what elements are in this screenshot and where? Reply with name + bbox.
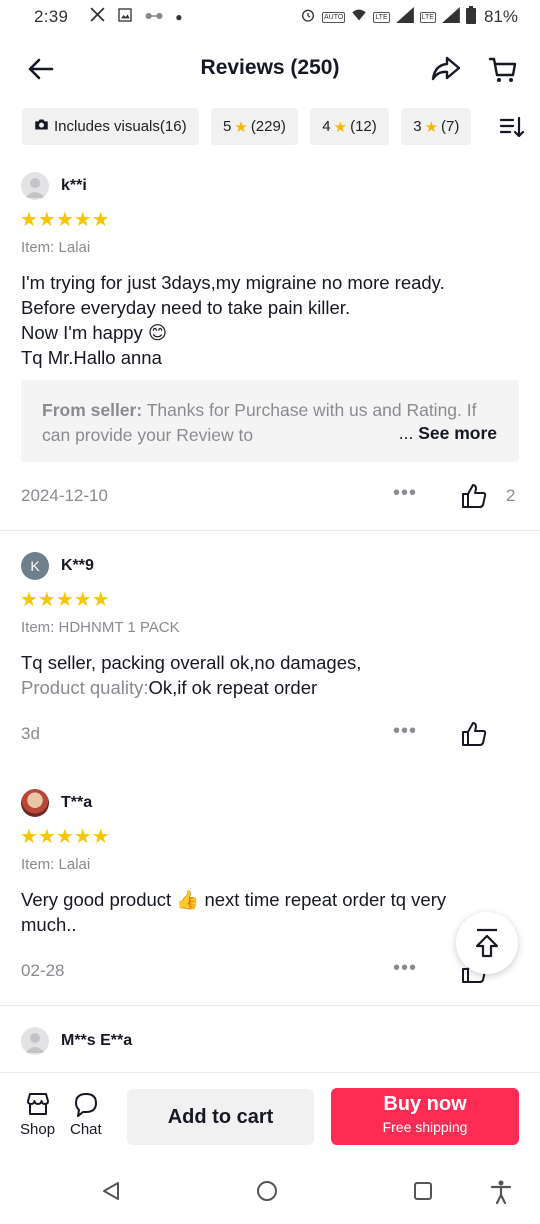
- camera-icon: [34, 118, 49, 135]
- bottom-action-bar: Shop Chat Add to cart Buy now Free shipp…: [0, 1072, 540, 1160]
- review-text: Tq seller, packing overall ok,no damages…: [21, 650, 521, 700]
- buy-now-label: Buy now: [383, 1093, 467, 1115]
- more-options-icon[interactable]: •••: [393, 957, 417, 980]
- avatar: [21, 789, 49, 817]
- filter-chip-num: 4: [322, 118, 331, 135]
- buy-now-button[interactable]: Buy now Free shipping: [331, 1088, 519, 1145]
- shop-label: Shop: [20, 1121, 56, 1138]
- dot-icon: ●: [175, 10, 183, 24]
- back-to-top-button[interactable]: [456, 912, 518, 974]
- filter-chip-num: 3: [413, 118, 422, 135]
- seller-reply[interactable]: From seller: Thanks for Purchase with us…: [21, 380, 519, 462]
- star-icon: ★: [234, 118, 248, 136]
- auto-icon: AUTO: [321, 11, 346, 23]
- star-rating: ★★★★★: [20, 826, 110, 848]
- review-date: 2024-12-10: [21, 486, 108, 505]
- thumbs-up-icon[interactable]: [460, 720, 488, 748]
- divider: [0, 530, 540, 531]
- see-more-link[interactable]: ... See more: [392, 421, 497, 446]
- signal-icon-2: [442, 6, 460, 28]
- cart-icon[interactable]: [487, 53, 519, 85]
- nav-back-icon[interactable]: [100, 1180, 122, 1207]
- filter-chip-num: 5: [223, 118, 232, 135]
- accessibility-icon[interactable]: [490, 1180, 512, 1209]
- filter-chips: Includes visuals(16) 5 ★ (229) 4 ★ (12) …: [22, 108, 492, 146]
- review-text-line: Before everyday need to take pain killer…: [21, 297, 351, 318]
- review-text-line: much..: [21, 914, 77, 935]
- username: K**9: [61, 557, 94, 574]
- star-rating: ★★★★★: [20, 209, 110, 231]
- battery-icon: [465, 5, 476, 29]
- star-icon: ★: [424, 118, 439, 136]
- review-quality-line: Product quality:Ok,if ok repeat order: [21, 675, 521, 700]
- filter-chip-3-star[interactable]: 3 ★ (7): [401, 108, 472, 145]
- filter-chip-4-star[interactable]: 4 ★ (12): [310, 108, 389, 145]
- arrow-up-icon: [475, 928, 499, 958]
- star-icon: ★: [333, 118, 348, 136]
- review-text-line: Now I'm happy 😊: [21, 322, 168, 343]
- free-shipping-label: Free shipping: [382, 1119, 468, 1135]
- chat-button[interactable]: Chat: [70, 1091, 102, 1138]
- more-options-icon[interactable]: •••: [393, 482, 417, 505]
- filter-chip-count: (12): [350, 118, 377, 135]
- wifi-icon: [351, 7, 367, 27]
- avatar: [21, 172, 49, 200]
- filter-chip-count: (229): [250, 118, 286, 135]
- chat-icon: [74, 1093, 97, 1117]
- avatar: K: [21, 552, 49, 580]
- username: k**i: [61, 177, 87, 194]
- status-time: 2:39: [34, 7, 69, 26]
- see-more-label: See more: [418, 423, 497, 443]
- shop-button[interactable]: Shop: [20, 1091, 55, 1138]
- gallery-icon: [117, 7, 133, 28]
- review-text-line: Tq Mr.Hallo anna: [21, 347, 162, 368]
- username: M**s E**a: [61, 1032, 133, 1049]
- status-bar: 2:39 ● AUTO LTE LTE 81%: [0, 0, 540, 34]
- review-user: M**s E**a: [21, 1027, 132, 1055]
- more-options-icon[interactable]: •••: [393, 720, 417, 743]
- battery-percent: 81%: [483, 7, 518, 26]
- filter-chip-count: (7): [441, 118, 460, 135]
- x-app-icon: [89, 6, 106, 28]
- sort-icon[interactable]: [499, 114, 525, 140]
- review-text: I'm trying for just 3days,my migraine no…: [21, 270, 521, 370]
- review-date: 02-28: [21, 961, 65, 980]
- share-icon[interactable]: [430, 54, 462, 84]
- review-item-variant: Item: Lalai: [21, 856, 91, 873]
- seller-reply-label: From seller:: [42, 400, 143, 420]
- filter-chip-visuals[interactable]: Includes visuals(16): [22, 108, 199, 145]
- add-to-cart-button[interactable]: Add to cart: [127, 1089, 314, 1145]
- review-user: K K**9: [21, 552, 94, 580]
- quality-value: Ok,if ok repeat order: [148, 677, 318, 698]
- nav-recents-icon[interactable]: [412, 1180, 434, 1207]
- review-date: 3d: [21, 724, 40, 743]
- like-count: 2: [506, 486, 516, 505]
- review-text: Very good product 👍 next time repeat ord…: [21, 887, 521, 937]
- quality-label: Product quality:: [21, 677, 149, 698]
- page-header: Reviews (250): [0, 44, 540, 94]
- nav-home-icon[interactable]: [256, 1180, 278, 1207]
- review-user: T**a: [21, 789, 92, 817]
- alarm-icon: [300, 7, 316, 28]
- review-text-line: I'm trying for just 3days,my migraine no…: [21, 272, 445, 293]
- username: T**a: [61, 794, 93, 811]
- signal-icon-1: [395, 6, 414, 28]
- divider: [0, 1005, 540, 1006]
- system-nav-bar: [0, 1160, 540, 1224]
- lte-badge-1: LTE: [373, 11, 390, 23]
- glasses-icon: [144, 7, 164, 27]
- review-text-line: Tq seller, packing overall ok,no damages…: [21, 652, 362, 673]
- review-text-line: Very good product 👍 next time repeat ord…: [21, 889, 447, 910]
- thumbs-up-icon[interactable]: [460, 482, 488, 510]
- review-user: k**i: [21, 172, 87, 200]
- chat-label: Chat: [70, 1121, 102, 1138]
- star-rating: ★★★★★: [20, 589, 110, 611]
- review-item-variant: Item: Lalai: [21, 239, 91, 256]
- review-item-variant: Item: HDHNMT 1 PACK: [21, 619, 180, 636]
- lte-badge-2: LTE: [419, 11, 436, 23]
- filter-chip-5-star[interactable]: 5 ★ (229): [211, 108, 298, 145]
- avatar: [21, 1027, 49, 1055]
- filter-chip-label: Includes visuals(16): [54, 118, 187, 135]
- shop-icon: [26, 1093, 49, 1115]
